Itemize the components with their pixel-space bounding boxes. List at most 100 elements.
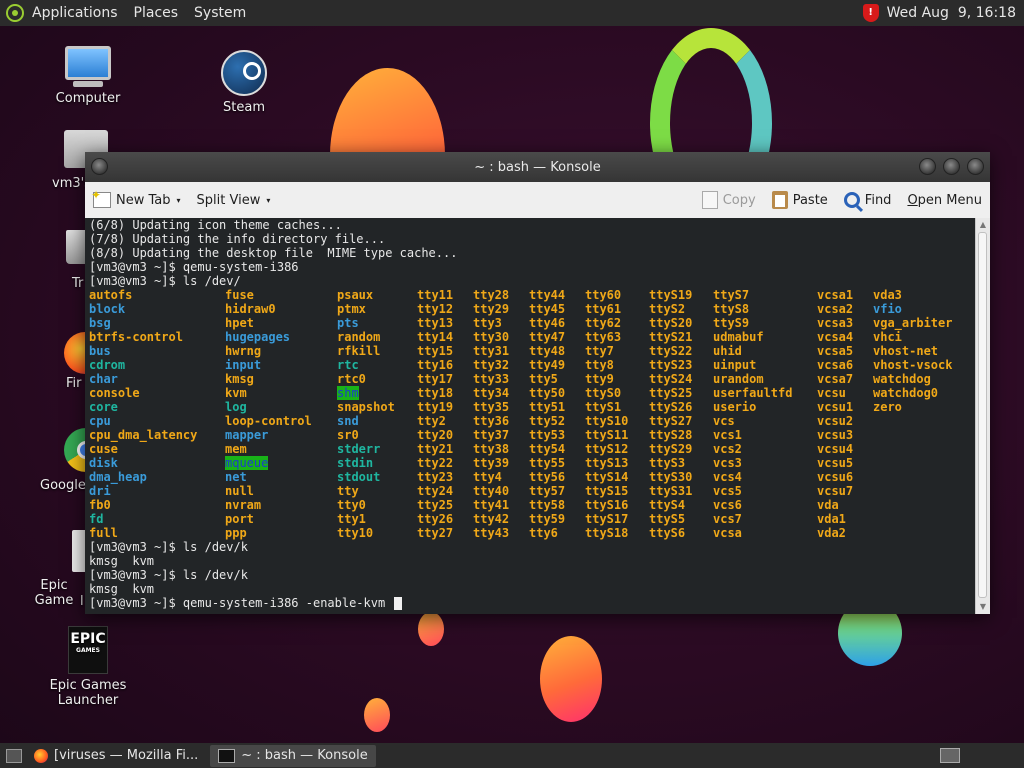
ls-entry: dma_heap xyxy=(89,470,147,484)
panel-menu-places[interactable]: Places xyxy=(126,0,187,26)
ls-entry: sr0 xyxy=(337,428,359,442)
ls-entry: ttyS28 xyxy=(649,428,693,442)
ls-entry: vcsa4 xyxy=(817,330,854,344)
desktop-icon-steam[interactable]: Steam xyxy=(194,50,294,115)
open-menu-button[interactable]: Open Menu xyxy=(899,185,990,215)
scroll-up-arrow-icon[interactable]: ▲ xyxy=(976,218,990,232)
ls-entry: tty48 xyxy=(529,344,566,358)
ls-entry: vga_arbiter xyxy=(873,316,953,330)
ls-entry: ttyS24 xyxy=(649,372,693,386)
copy-button[interactable]: Copy xyxy=(694,185,764,215)
ls-entry: watchdog xyxy=(873,372,931,386)
ls-entry: ttyS7 xyxy=(713,288,750,302)
distro-logo-icon[interactable] xyxy=(6,4,24,22)
current-command: [vm3@vm3 ~]$ qemu-system-i386 -enable-kv… xyxy=(89,596,393,610)
ls-entry: tty1 xyxy=(337,512,366,526)
ls-entry: tty33 xyxy=(473,372,510,386)
desktop-icon-epic-games-launcher[interactable]: EPIC GAMES Epic Games Launcher xyxy=(18,626,158,708)
ls-entry: uhid xyxy=(713,344,742,358)
ls-entry: vda xyxy=(817,498,839,512)
terminal-line: (6/8) Updating icon theme caches... xyxy=(89,218,342,232)
ls-entry: vcsu1 xyxy=(817,400,854,414)
ls-entry: vhci xyxy=(873,330,902,344)
desktop-icon-chrome[interactable]: Google xyxy=(30,428,108,493)
desktop-icon-epic-games-file[interactable]: Epic Game l xyxy=(20,530,104,609)
ls-entry: ttyS16 xyxy=(585,498,629,512)
taskbar-item-firefox[interactable]: [viruses — Mozilla Fi... xyxy=(26,745,206,767)
ls-entry: block xyxy=(89,302,126,316)
ls-entry: psaux xyxy=(337,288,374,302)
ls-entry: tty17 xyxy=(417,372,454,386)
ls-entry: bsg xyxy=(89,316,111,330)
terminal-scrollbar[interactable]: ▲ ▼ xyxy=(975,218,990,614)
ls-entry: vcs xyxy=(713,414,735,428)
ls-entry: char xyxy=(89,372,118,386)
ls-entry: vcsu5 xyxy=(817,456,854,470)
ls-entry: tty24 xyxy=(417,484,454,498)
ls-entry: tty51 xyxy=(529,400,566,414)
ls-entry: ttyS26 xyxy=(649,400,693,414)
workspace-switcher[interactable] xyxy=(940,748,960,763)
window-maximize-button[interactable] xyxy=(943,158,960,175)
desktop-icon-computer[interactable]: Computer xyxy=(38,46,138,106)
window-minimize-button[interactable] xyxy=(919,158,936,175)
terminal-line: [vm3@vm3 ~]$ qemu-system-i386 xyxy=(89,260,299,274)
ls-entry: vcsa7 xyxy=(817,372,854,386)
ls-entry: stdout xyxy=(337,470,381,484)
konsole-window: ~ : bash — Konsole New Tab ▾ Split View … xyxy=(85,152,990,614)
window-menu-button[interactable] xyxy=(91,158,108,175)
terminal-prompt-line[interactable]: [vm3@vm3 ~]$ qemu-system-i386 -enable-kv… xyxy=(89,596,403,610)
ls-entry: tty58 xyxy=(529,498,566,512)
panel-clock[interactable]: Wed Aug 9, 16:18 xyxy=(887,5,1016,21)
ls-entry: input xyxy=(225,358,262,372)
panel-menu-applications[interactable]: Applications xyxy=(24,0,126,26)
paste-button[interactable]: Paste xyxy=(764,185,836,215)
new-tab-button[interactable]: New Tab ▾ xyxy=(85,185,189,215)
ls-entry: snd xyxy=(337,414,359,428)
terminal-line: [vm3@vm3 ~]$ ls /dev/ xyxy=(89,274,241,288)
ls-entry: mqueue xyxy=(225,456,269,470)
ls-entry: tty11 xyxy=(417,288,454,302)
ls-entry: vcsa1 xyxy=(817,288,854,302)
ls-entry: ttyS3 xyxy=(649,456,686,470)
terminal-line: [vm3@vm3 ~]$ ls /dev/k xyxy=(89,540,248,554)
ls-entry: rtc xyxy=(337,358,359,372)
terminal-output[interactable]: (6/8) Updating icon theme caches... (7/8… xyxy=(85,218,976,614)
ls-entry: tty23 xyxy=(417,470,454,484)
chevron-down-icon: ▾ xyxy=(176,195,181,205)
show-desktop-icon[interactable] xyxy=(6,748,22,763)
ls-entry: fb0 xyxy=(89,498,111,512)
ls-entry: tty52 xyxy=(529,414,566,428)
ls-entry: tty26 xyxy=(417,512,454,526)
ls-entry: mem xyxy=(225,442,247,456)
new-tab-label: New Tab xyxy=(116,192,171,208)
scrollbar-thumb[interactable] xyxy=(978,232,987,598)
search-icon xyxy=(843,192,860,208)
taskbar-item-konsole[interactable]: ~ : bash — Konsole xyxy=(210,744,376,767)
ls-entry: bus xyxy=(89,344,111,358)
shield-icon[interactable]: ! xyxy=(862,4,879,22)
split-view-button[interactable]: Split View ▾ xyxy=(189,185,279,215)
wallpaper-shape xyxy=(364,698,390,732)
ls-entry: tty5 xyxy=(529,372,558,386)
ls-entry: zero xyxy=(873,400,902,414)
copy-icon xyxy=(701,191,718,209)
ls-entry: tty44 xyxy=(529,288,566,302)
ls-entry: ttyS0 xyxy=(585,386,622,400)
ls-entry: port xyxy=(225,512,254,526)
find-button[interactable]: Find xyxy=(836,185,900,215)
scroll-down-arrow-icon[interactable]: ▼ xyxy=(976,600,990,614)
panel-menu-system[interactable]: System xyxy=(186,0,254,26)
ls-entry: ttyS21 xyxy=(649,330,693,344)
bottom-taskbar: [viruses — Mozilla Fi... ~ : bash — Kons… xyxy=(0,743,1024,768)
ls-entry: tty38 xyxy=(473,442,510,456)
ls-entry: ttyS12 xyxy=(585,442,629,456)
ls-entry: cdrom xyxy=(89,358,126,372)
ls-entry: kvm xyxy=(225,386,247,400)
ls-entry: ttyS1 xyxy=(585,400,622,414)
window-titlebar[interactable]: ~ : bash — Konsole xyxy=(85,152,990,182)
window-close-button[interactable] xyxy=(967,158,984,175)
ls-entry: tty20 xyxy=(417,428,454,442)
ls-entry: ttyS11 xyxy=(585,428,629,442)
ls-entry: ttyS13 xyxy=(585,456,629,470)
